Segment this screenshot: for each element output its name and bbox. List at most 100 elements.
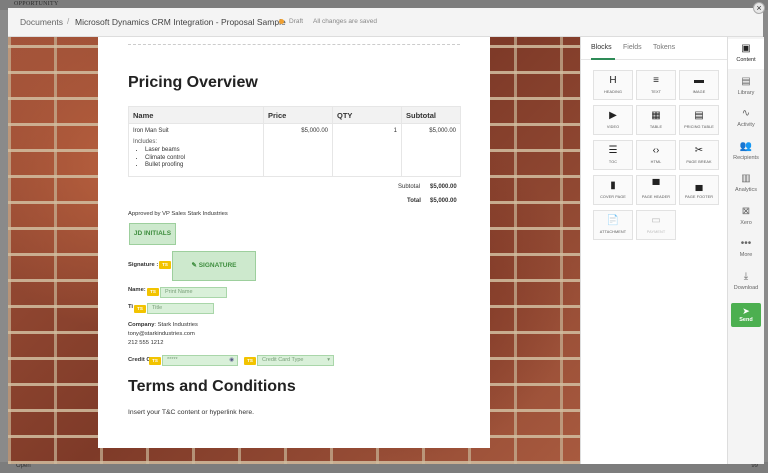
block-table[interactable]: ▦ TABLE [636, 105, 676, 135]
block-text[interactable]: ≡ TEXT [636, 70, 676, 100]
card-number-field[interactable]: ***** ◉ [162, 355, 238, 366]
send-label: Send [739, 317, 753, 323]
initials-field[interactable]: JD INITIALS [129, 223, 176, 245]
recipients-icon: 👥 [739, 140, 753, 152]
block-pricing-table[interactable]: ▤ PRICING TABLE [679, 105, 719, 135]
tab-tokens[interactable]: Tokens [653, 44, 675, 51]
block-image[interactable]: ▬ IMAGE [679, 70, 719, 100]
credit-card-label: Credit C [128, 357, 151, 363]
block-heading[interactable]: H HEADING [593, 70, 633, 100]
terms-heading[interactable]: Terms and Conditions [128, 378, 296, 396]
document-page[interactable]: Pricing Overview Name Price QTY Subtotal… [98, 37, 490, 448]
block-label: ATTACHMENT [599, 230, 627, 234]
block-toc[interactable]: ☰ TOC [593, 140, 633, 170]
video-icon: ▶ [609, 110, 617, 121]
card-type-placeholder: Credit Card Type [262, 357, 304, 363]
block-label: PAGE FOOTER [684, 195, 714, 199]
pricing-table-icon: ▤ [694, 110, 704, 121]
cell-qty: 1 [332, 123, 402, 177]
block-cover-page[interactable]: ▮ COVER PAGE [593, 175, 633, 205]
document-title[interactable]: Microsoft Dynamics CRM Integration - Pro… [75, 17, 286, 27]
rail-item-more[interactable]: ••• More [728, 234, 764, 264]
rail-item-label: Recipients [733, 154, 759, 161]
block-html[interactable]: ‹› HTML [636, 140, 676, 170]
payment-icon: ▭ [651, 215, 661, 226]
terms-body[interactable]: Insert your T&C content or hyperlink her… [128, 409, 254, 416]
signer-tag[interactable]: TS [149, 357, 161, 365]
download-icon: ⤓ [743, 270, 749, 282]
page-break-icon: ✂ [694, 145, 704, 156]
block-label: COVER PAGE [600, 195, 626, 199]
tab-blocks[interactable]: Blocks [591, 44, 612, 51]
heading-icon: H [609, 75, 617, 86]
pricing-heading[interactable]: Pricing Overview [128, 74, 258, 92]
approved-by-text: Approved by VP Sales Stark Industries [128, 211, 228, 217]
title-field[interactable]: Title [147, 303, 214, 314]
breadcrumb-documents[interactable]: Documents [20, 17, 63, 27]
company-name: : Stark Industries [154, 322, 198, 328]
rail-item-label: Activity [737, 122, 755, 128]
rail-item-recipients[interactable]: 👥 Recipients [728, 137, 764, 167]
signature-field[interactable]: ✎ SIGNATURE [172, 251, 256, 281]
activity-icon: ∿ [741, 108, 751, 119]
signer-tag[interactable]: TS [244, 357, 256, 365]
signature-field-label: SIGNATURE [198, 262, 237, 269]
item-name: Iron Man Suit [133, 128, 169, 134]
xero-icon: ⊠ [741, 205, 751, 217]
rail-item-label: Library [737, 89, 755, 96]
subtotal-label: Subtotal [398, 184, 421, 190]
signer-tag[interactable]: TS [134, 305, 146, 313]
block-label: HEADING [604, 90, 622, 94]
block-page-header[interactable]: ▀ PAGE HEADER [636, 175, 676, 205]
rail-item-xero[interactable]: ⊠ Xero [728, 202, 764, 232]
block-video[interactable]: ▶ VIDEO [593, 105, 633, 135]
more-icon: ••• [740, 238, 752, 249]
chevron-down-icon: ▾ [327, 357, 330, 363]
block-label: PRICING TABLE [684, 125, 714, 129]
signer-tag[interactable]: TS [147, 288, 159, 296]
blocks-panel: Blocks Fields Tokens H HEADING ≡ TEXT ▬ IMAGE… [580, 37, 728, 464]
block-page-break[interactable]: ✂ PAGE BREAK [679, 140, 719, 170]
breadcrumb-separator: / [67, 17, 70, 26]
col-header-name: Name [128, 106, 264, 124]
rail-item-label: Analytics [734, 187, 757, 193]
tab-fields[interactable]: Fields [623, 44, 642, 51]
company-line: Company: Stark Industries [128, 322, 198, 328]
send-icon: ➤ [742, 306, 750, 316]
table-icon: ▦ [651, 110, 661, 121]
rail-item-library[interactable]: ▤ Library [728, 72, 764, 102]
block-label: TEXT [650, 90, 662, 94]
block-attachment[interactable]: 📄 ATTACHMENT [593, 210, 633, 240]
pen-icon: ✎ [191, 262, 199, 269]
content-icon: ▣ [741, 43, 751, 54]
rail-item-download[interactable]: ⤓ Download [728, 267, 764, 297]
col-header-price: Price [263, 106, 333, 124]
block-label: PAYMENT [646, 230, 666, 234]
total-label: Total [407, 198, 421, 204]
document-editor-modal: Documents / Microsoft Dynamics CRM Integ… [8, 8, 764, 464]
pricing-table[interactable]: Name Price QTY Subtotal Iron Man Suit In… [128, 106, 461, 177]
block-label: PAGE BREAK [686, 160, 712, 164]
page-header-icon: ▀ [652, 180, 660, 191]
company-email[interactable]: tony@starkindustries.com [128, 331, 195, 337]
block-page-footer[interactable]: ▄ PAGE FOOTER [679, 175, 719, 205]
table-row[interactable]: Iron Man Suit Includes: Laser beams Clim… [128, 123, 461, 177]
eye-icon[interactable]: ◉ [229, 356, 234, 365]
card-type-select[interactable]: Credit Card Type ▾ [257, 355, 334, 366]
block-payment[interactable]: ▭ PAYMENT [636, 210, 676, 240]
list-item: Climate control [145, 155, 259, 161]
rail-item-activity[interactable]: ∿ Activity [728, 104, 764, 134]
rail-item-content[interactable]: ▣ Content [728, 39, 764, 69]
page-footer-icon: ▄ [695, 180, 703, 191]
panel-tabs: Blocks Fields Tokens [581, 37, 728, 60]
block-label: VIDEO [606, 125, 620, 129]
editor-rail: ▣ Content ▤ Library ∿ Activity 👥 Recipients ▥ Ana… [727, 37, 764, 464]
close-icon[interactable]: × [753, 2, 765, 14]
print-name-field[interactable]: Print Name [160, 287, 227, 298]
send-button[interactable]: ➤ Send [731, 303, 761, 327]
attachment-icon: 📄 [606, 215, 620, 226]
page-break-line [128, 44, 460, 45]
rail-item-analytics[interactable]: ▥ Analytics [728, 169, 764, 199]
signer-tag[interactable]: TS [159, 261, 171, 269]
total-value: $5,000.00 [430, 198, 457, 204]
